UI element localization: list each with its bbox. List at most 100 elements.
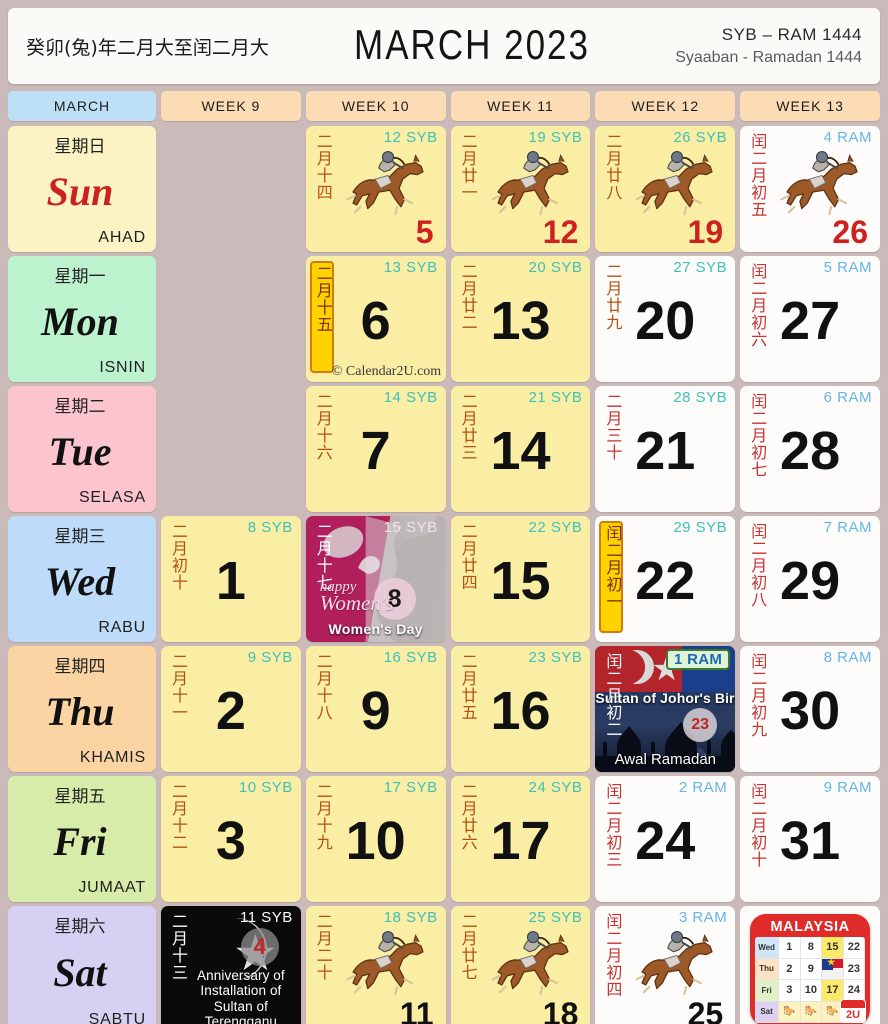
logo-day-label: Thu	[755, 958, 780, 980]
logo-date-cell: 2	[779, 958, 801, 980]
event-label: Women's Day	[328, 621, 423, 637]
calendar-row-fri: 星期五 Fri JUMAAT 10 SYB 二月十二 3 17 SYB 二月十九 10 24 SY…	[8, 776, 880, 902]
calendar-cell-10[interactable]: 17 SYB 二月十九 10	[305, 776, 446, 902]
calendar-cell-5[interactable]: 12 SYB 二月十四 5	[305, 126, 446, 252]
malaysia-calendar-logo[interactable]: MALAYSIA WedThuFriSat123🐎8910🐎1517🐎22232…	[740, 906, 880, 1024]
day-label-malay: RABU	[98, 619, 146, 636]
calendar-cell-18[interactable]: 25 SYB 二月廿七 18	[450, 906, 591, 1024]
calendar-cell-1[interactable]: 8 SYB 二月初十 1	[161, 516, 301, 642]
day-label-chinese: 星期一	[54, 267, 106, 287]
lunar-date-label: 闰二月初二	[603, 653, 623, 738]
lunar-date-label: 二月廿一	[458, 133, 478, 201]
calendar-cell-15[interactable]: 22 SYB 二月廿四 15	[450, 516, 591, 642]
malaysia-logo-card: MALAYSIA WedThuFriSat123🐎8910🐎1517🐎22232…	[750, 914, 871, 1024]
calendar-cell-31[interactable]: 9 RAM 闰二月初十 31	[740, 776, 880, 902]
date-number: 15	[490, 551, 551, 612]
islamic-date-label: 9 SYB	[247, 649, 293, 666]
lunar-date-label: 二月十八	[313, 653, 333, 721]
date-number: 20	[635, 291, 696, 352]
lunar-date-label: 闰二月初五	[748, 133, 768, 218]
calendar-cell-27[interactable]: 5 RAM 闰二月初六 27	[740, 256, 880, 382]
day-label-english: Mon	[41, 299, 119, 344]
day-label-malay: ISNIN	[99, 359, 146, 376]
month-header-cell: MARCH	[8, 91, 156, 121]
calendar-cell-17[interactable]: 24 SYB 二月廿六 17	[450, 776, 591, 902]
date-number: 12	[542, 214, 579, 250]
date-number: 1	[215, 551, 246, 612]
calendar-cell-19[interactable]: 26 SYB 二月廿八 19	[595, 126, 736, 252]
calendar-cell-30[interactable]: 8 RAM 闰二月初九 30	[740, 646, 880, 772]
lunar-date-label: 闰二月初四	[603, 913, 623, 998]
logo-day-label: Wed	[755, 937, 780, 959]
islamic-date-label: 20 SYB	[528, 259, 583, 276]
calendar-cell-12[interactable]: 19 SYB 二月廿一 12	[450, 126, 591, 252]
lunar-date-label: 闰二月初十	[748, 783, 768, 868]
islamic-date-label: 22 SYB	[528, 519, 583, 536]
week-header-10[interactable]: WEEK 10	[305, 91, 446, 121]
calendar-cell-22[interactable]: 29 SYB 闰二月初一 22	[595, 516, 736, 642]
calendar-cell-9[interactable]: 16 SYB 二月十八 9	[305, 646, 446, 772]
date-number: 7	[360, 421, 391, 482]
calendar-cell-24[interactable]: 2 RAM 闰二月初三 24	[595, 776, 736, 902]
lunar-date-label: 二月廿三	[458, 393, 478, 461]
calendar-row-sat: 星期六 Sat SABTU ★11 SYB二月十三4Anniversary of I…	[8, 906, 880, 1024]
day-label-thu: 星期四 Thu KHAMIS	[8, 646, 156, 772]
week-header-12[interactable]: WEEK 12	[595, 91, 736, 121]
lunar-date-label: 二月十四	[313, 133, 333, 201]
date-number: 3	[215, 811, 246, 872]
week-header-13[interactable]: WEEK 13	[740, 91, 880, 121]
day-label-wed: 星期三 Wed RABU	[8, 516, 156, 642]
calendar-cell-26[interactable]: 4 RAM 闰二月初五 26	[740, 126, 880, 252]
lunar-date-label: 二月廿五	[458, 653, 478, 721]
calendar-cell-28[interactable]: 6 RAM 闰二月初七 28	[740, 386, 880, 512]
day-label-mon: 星期一 Mon ISNIN	[8, 256, 156, 382]
date-number: 21	[635, 421, 696, 482]
calendar-grid: 星期日 Sun AHAD 12 SYB 二月十四 5 19 SYB 二月廿一 12 26 SY…	[8, 126, 880, 1024]
event-title: Sultan of Johor's Birt...	[595, 690, 735, 706]
day-label-chinese: 星期五	[54, 787, 106, 807]
calendar-cell-2[interactable]: 9 SYB 二月十一 2	[161, 646, 301, 772]
calendar-cell-25[interactable]: 3 RAM 闰二月初四 25	[595, 906, 736, 1024]
day-label-malay: SELASA	[78, 489, 146, 506]
day-label-english: Sun	[46, 169, 114, 214]
calendar-cell-8[interactable]: 15 SYB 二月十七 8 happy Women's Women's Day	[305, 516, 446, 642]
lunar-date-label: 二月十五	[309, 261, 334, 373]
calendar-cell-11[interactable]: 18 SYB 二月二十 11	[305, 906, 446, 1024]
watermark-label: © Calendar2U.com	[331, 364, 442, 379]
calendar-cell-13[interactable]: 20 SYB 二月廿二 13	[450, 256, 591, 382]
islamic-date-label: 2 RAM	[678, 779, 728, 796]
islamic-date-label: 8 RAM	[823, 649, 872, 666]
calendar-cell-21[interactable]: 28 SYB 二月三十 21	[595, 386, 736, 512]
calendar-cell-14[interactable]: 21 SYB 二月廿三 14	[450, 386, 591, 512]
lunar-date-label: 闰二月初三	[603, 783, 623, 868]
date-number: 9	[360, 681, 391, 742]
day-label-chinese: 星期六	[54, 917, 106, 937]
date-number: 2	[215, 681, 246, 742]
day-label-malay: JUMAAT	[78, 879, 146, 896]
date-number: 4	[240, 928, 279, 966]
malaysia-logo-title: MALAYSIA	[770, 919, 850, 935]
week-header-row: MARCH WEEK 9 WEEK 10 WEEK 11 WEEK 12 WEE…	[8, 91, 880, 121]
lunar-date-label: 二月十六	[313, 393, 333, 461]
lunar-date-label: 二月十一	[169, 653, 188, 721]
date-number: 29	[780, 551, 841, 612]
date-number: 16	[490, 681, 551, 742]
calendar-cell-3[interactable]: 10 SYB 二月十二 3	[161, 776, 301, 902]
horse-racing-icon	[635, 931, 713, 996]
calendar-cell-6[interactable]: 13 SYB 二月十五 6 © Calendar2U.com	[305, 256, 446, 382]
horse-racing-icon	[780, 151, 858, 216]
calendar-row-sun: 星期日 Sun AHAD 12 SYB 二月十四 5 19 SYB 二月廿一 12 26 SY…	[8, 126, 880, 252]
calendar2u-badge: 2U	[840, 999, 867, 1023]
week-header-9[interactable]: WEEK 9	[161, 91, 301, 121]
islamic-date-label: 10 SYB	[238, 779, 293, 796]
islamic-date-chip: 1 RAM	[666, 649, 731, 670]
calendar-cell-7[interactable]: 14 SYB 二月十六 7	[305, 386, 446, 512]
day-label-chinese: 星期三	[54, 527, 106, 547]
calendar-cell-4[interactable]: ★11 SYB二月十三4Anniversary of Installation …	[161, 906, 301, 1024]
calendar-cell-20[interactable]: 27 SYB 二月廿九 20	[595, 256, 736, 382]
logo-date-cell: 23	[843, 958, 866, 980]
week-header-11[interactable]: WEEK 11	[450, 91, 591, 121]
calendar-cell-16[interactable]: 23 SYB 二月廿五 16	[450, 646, 591, 772]
calendar-cell-23[interactable]: ★ 1 RAM闰二月初二23Sultan of Johor's Birt... …	[595, 646, 736, 772]
calendar-cell-29[interactable]: 7 RAM 闰二月初八 29	[740, 516, 880, 642]
